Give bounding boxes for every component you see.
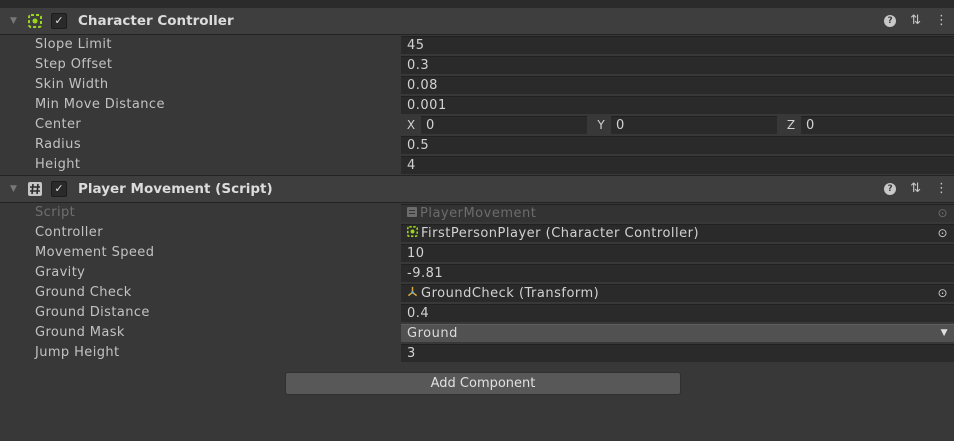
radius-row: Radius 0.5 [0, 135, 954, 155]
controller-row: Controller FirstPersonPlayer (Character … [0, 223, 954, 243]
help-icon[interactable]: ? [884, 183, 897, 195]
movement-speed-field[interactable]: 10 [401, 244, 954, 262]
center-label: Center [35, 117, 82, 132]
height-row: Height 4 [0, 155, 954, 175]
gravity-field[interactable]: -9.81 [401, 264, 954, 282]
slope-limit-field[interactable]: 45 [401, 36, 954, 54]
step-offset-row: Step Offset 0.3 [0, 55, 954, 75]
step-offset-field[interactable]: 0.3 [401, 56, 954, 74]
character-controller-icon [407, 225, 418, 242]
center-y-field[interactable]: 0 [611, 116, 777, 134]
height-field[interactable]: 4 [401, 156, 954, 174]
object-picker-icon: ⊙ [937, 206, 948, 220]
ground-check-row: Ground Check GroundCheck (Transform) ⊙ [0, 283, 954, 303]
radius-label: Radius [35, 137, 81, 152]
inspector-top-strip [0, 0, 954, 8]
transform-icon [407, 285, 418, 302]
object-picker-icon[interactable]: ⊙ [937, 285, 948, 302]
foldout-arrow-icon[interactable]: ▼ [10, 184, 20, 194]
character-controller-icon [27, 13, 43, 29]
component-title: Character Controller [78, 13, 234, 29]
presets-icon[interactable]: ⇅ [910, 8, 921, 34]
gravity-label: Gravity [35, 265, 86, 280]
ground-distance-label: Ground Distance [35, 305, 150, 320]
movement-speed-row: Movement Speed 10 [0, 243, 954, 263]
kebab-menu-icon[interactable]: ⋮ [935, 8, 948, 34]
script-hash-icon [27, 181, 43, 197]
gravity-row: Gravity -9.81 [0, 263, 954, 283]
object-picker-icon[interactable]: ⊙ [937, 225, 948, 242]
jump-height-label: Jump Height [35, 345, 120, 360]
script-file-icon [407, 205, 417, 222]
enable-checkbox[interactable]: ✓ [51, 181, 67, 197]
skin-width-field[interactable]: 0.08 [401, 76, 954, 94]
min-move-distance-label: Min Move Distance [35, 97, 165, 112]
step-offset-label: Step Offset [35, 57, 113, 72]
radius-field[interactable]: 0.5 [401, 136, 954, 154]
script-field: PlayerMovement ⊙ [401, 204, 954, 222]
presets-icon[interactable]: ⇅ [910, 176, 921, 202]
foldout-arrow-icon[interactable]: ▼ [10, 16, 20, 26]
controller-field[interactable]: FirstPersonPlayer (Character Controller)… [401, 224, 954, 242]
add-component-button[interactable]: Add Component [285, 372, 681, 395]
add-component-area: Add Component [0, 363, 954, 423]
ground-check-label: Ground Check [35, 285, 132, 300]
character-controller-header[interactable]: ▼ ✓ Character Controller ? ⇅ ⋮ [0, 8, 954, 35]
center-z-field[interactable]: 0 [801, 116, 954, 134]
player-movement-header[interactable]: ▼ ✓ Player Movement (Script) ? ⇅ ⋮ [0, 175, 954, 203]
help-icon[interactable]: ? [884, 15, 897, 27]
ground-distance-field[interactable]: 0.4 [401, 304, 954, 322]
script-label: Script [35, 205, 76, 220]
ground-check-field[interactable]: GroundCheck (Transform) ⊙ [401, 284, 954, 302]
movement-speed-label: Movement Speed [35, 245, 155, 260]
min-move-distance-field[interactable]: 0.001 [401, 96, 954, 114]
ground-mask-dropdown[interactable]: Ground ▼ [401, 324, 954, 342]
height-label: Height [35, 157, 81, 172]
center-z-label[interactable]: Z [781, 118, 801, 132]
kebab-menu-icon[interactable]: ⋮ [935, 176, 948, 202]
skin-width-label: Skin Width [35, 77, 109, 92]
center-vector3: X 0 Y 0 Z 0 [401, 116, 954, 134]
center-row: Center X 0 Y 0 Z 0 [0, 115, 954, 135]
slope-limit-label: Slope Limit [35, 37, 112, 52]
jump-height-row: Jump Height 3 [0, 343, 954, 363]
center-y-label[interactable]: Y [591, 118, 611, 132]
skin-width-row: Skin Width 0.08 [0, 75, 954, 95]
ground-mask-label: Ground Mask [35, 325, 125, 340]
min-move-distance-row: Min Move Distance 0.001 [0, 95, 954, 115]
dropdown-arrow-icon[interactable]: ▼ [941, 325, 948, 342]
controller-label: Controller [35, 225, 103, 240]
center-x-field[interactable]: 0 [421, 116, 587, 134]
ground-distance-row: Ground Distance 0.4 [0, 303, 954, 323]
jump-height-field[interactable]: 3 [401, 344, 954, 362]
script-value: PlayerMovement [420, 206, 537, 221]
slope-limit-row: Slope Limit 45 [0, 35, 954, 55]
enable-checkbox[interactable]: ✓ [51, 13, 67, 29]
ground-mask-row: Ground Mask Ground ▼ [0, 323, 954, 343]
ground-check-value: GroundCheck (Transform) [421, 286, 600, 301]
controller-value: FirstPersonPlayer (Character Controller) [421, 226, 700, 241]
ground-mask-value: Ground [407, 326, 458, 341]
center-x-label[interactable]: X [401, 118, 421, 132]
component-title: Player Movement (Script) [78, 181, 273, 197]
script-row: Script PlayerMovement ⊙ [0, 203, 954, 223]
